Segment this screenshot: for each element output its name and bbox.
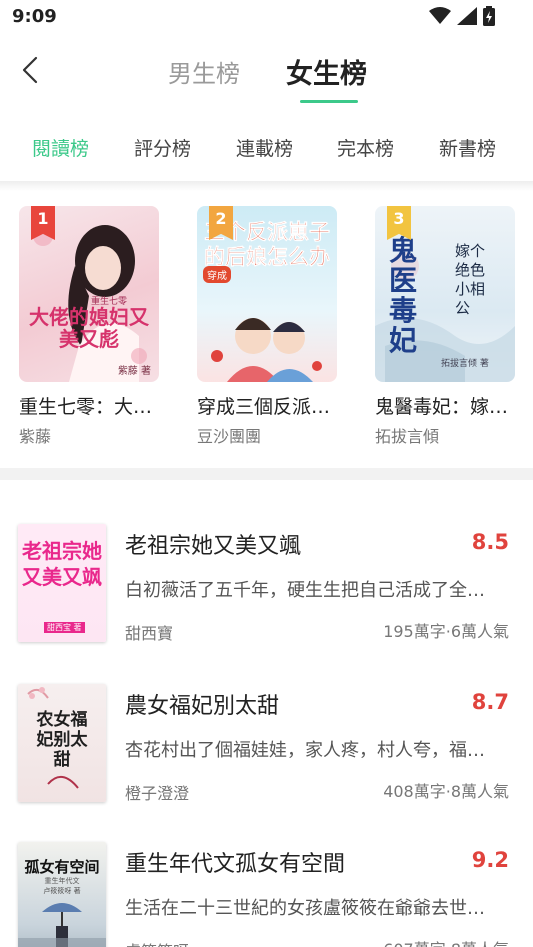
cover-sub-text: 穿成 xyxy=(203,266,231,283)
book-cover[interactable]: 孤女有空间 重生年代文 卢筱筱呀 著 xyxy=(18,842,106,947)
chevron-left-icon xyxy=(22,56,38,84)
status-bar: 9:09 xyxy=(0,0,533,36)
book-cover[interactable]: 老祖宗她又美又飒 甜西宝 著 xyxy=(18,524,106,642)
book-cover[interactable]: 鬼医毒妃 嫁个绝色小相公 拓拔言倾 著 3 xyxy=(375,206,515,382)
section-divider xyxy=(0,468,533,480)
cover-title-text: 鬼医毒妃 xyxy=(389,234,418,357)
list-item[interactable]: 老祖宗她又美又飒 甜西宝 著 老祖宗她又美又颯 8.5 白初薇活了五千年，硬生生… xyxy=(0,524,533,654)
book-title[interactable]: 重生七零：大… xyxy=(19,392,159,419)
cover-title-text: 大佬的媳妇又美又彪 xyxy=(29,305,149,351)
top-book-3[interactable]: 鬼医毒妃 嫁个绝色小相公 拓拔言倾 著 3 鬼醫毒妃：嫁… 拓拔言傾 xyxy=(375,206,515,447)
book-title[interactable]: 農女福妃別太甜 xyxy=(125,688,279,720)
book-author: 紫藤 xyxy=(19,427,52,446)
book-description: 白初薇活了五千年，硬生生把自己活成了全… xyxy=(125,580,485,601)
cover-title-text: 孤女有空间 xyxy=(24,858,100,876)
book-title[interactable]: 穿成三個反派… xyxy=(197,392,337,419)
active-tab-indicator xyxy=(300,100,358,103)
tab-male-ranking[interactable]: 男生榜 xyxy=(168,54,240,89)
back-button[interactable] xyxy=(14,52,50,88)
cover-author-text: 卢筱筱呀 著 xyxy=(43,887,81,895)
sub-tabs: 閱讀榜 評分榜 連載榜 完本榜 新書榜 xyxy=(0,128,533,168)
book-cover[interactable]: 三个反派崽子的后娘怎么办 穿成 2 xyxy=(197,206,337,382)
subtab-serializing[interactable]: 連載榜 xyxy=(236,134,293,161)
book-author: 橙子澄澄 xyxy=(125,784,190,803)
cover-sub-text: 重生年代文 xyxy=(44,877,80,885)
ranking-header: 男生榜 女生榜 xyxy=(0,36,533,106)
book-score: 9.2 xyxy=(471,848,509,872)
book-stats: 408萬字·8萬人氣 xyxy=(383,782,509,801)
book-title[interactable]: 鬼醫毒妃：嫁… xyxy=(375,392,515,419)
book-description: 杏花村出了個福娃娃，家人疼，村人夸，福… xyxy=(125,740,485,761)
status-time: 9:09 xyxy=(12,6,57,27)
list-item[interactable]: 农女福妃别太甜 農女福妃別太甜 8.7 杏花村出了個福娃娃，家人疼，村人夸，福…… xyxy=(0,684,533,814)
book-author: 拓拔言傾 xyxy=(375,427,440,446)
cover-author-text: 拓拔言倾 著 xyxy=(441,359,489,369)
top-book-2[interactable]: 三个反派崽子的后娘怎么办 穿成 2 穿成三個反派… 豆沙團團 xyxy=(197,206,337,447)
tab-female-ranking[interactable]: 女生榜 xyxy=(286,52,367,91)
cover-title-text: 老祖宗她又美又飒 xyxy=(22,539,102,589)
book-title[interactable]: 重生年代文孤女有空間 xyxy=(125,846,345,878)
subtab-rating[interactable]: 評分榜 xyxy=(134,134,191,161)
book-score: 8.5 xyxy=(471,530,509,554)
subtab-new-books[interactable]: 新書榜 xyxy=(439,134,496,161)
book-description: 生活在二十三世紀的女孩盧筱筱在爺爺去世… xyxy=(125,898,485,919)
top-book-1[interactable]: 大佬的媳妇又美又彪 重生七零 紫藤 著 1 重生七零：大… 紫藤 xyxy=(19,206,159,447)
battery-icon xyxy=(483,6,495,26)
book-stats: 607萬字·8萬人氣 xyxy=(383,936,509,947)
cover-author-text: 紫藤 著 xyxy=(117,366,151,377)
signal-icon xyxy=(457,7,477,25)
book-author: 盧筱筱呀 xyxy=(125,938,189,947)
section-shadow xyxy=(0,181,533,191)
book-score: 8.7 xyxy=(471,690,509,714)
book-stats: 195萬字·6萬人氣 xyxy=(383,622,509,641)
cover-author-text: 甜西宝 著 xyxy=(44,622,85,633)
cover-title-text: 农女福妃别太甜 xyxy=(36,710,88,770)
cover-sub-text: 重生七零 xyxy=(91,297,128,307)
book-author: 豆沙團團 xyxy=(197,427,262,446)
book-title[interactable]: 老祖宗她又美又颯 xyxy=(125,528,301,560)
book-cover[interactable]: 大佬的媳妇又美又彪 重生七零 紫藤 著 1 xyxy=(19,206,159,382)
list-item[interactable]: 孤女有空间 重生年代文 卢筱筱呀 著 重生年代文孤女有空間 9.2 生活在二十三… xyxy=(0,842,533,947)
wifi-icon xyxy=(429,7,451,24)
book-author: 甜西寶 xyxy=(125,624,174,643)
book-cover[interactable]: 农女福妃别太甜 xyxy=(18,684,106,802)
subtab-completed[interactable]: 完本榜 xyxy=(337,134,394,161)
cover-sub-text: 嫁个绝色小相公 xyxy=(455,242,486,317)
status-icons xyxy=(429,6,495,26)
subtab-reading[interactable]: 閱讀榜 xyxy=(32,134,89,161)
